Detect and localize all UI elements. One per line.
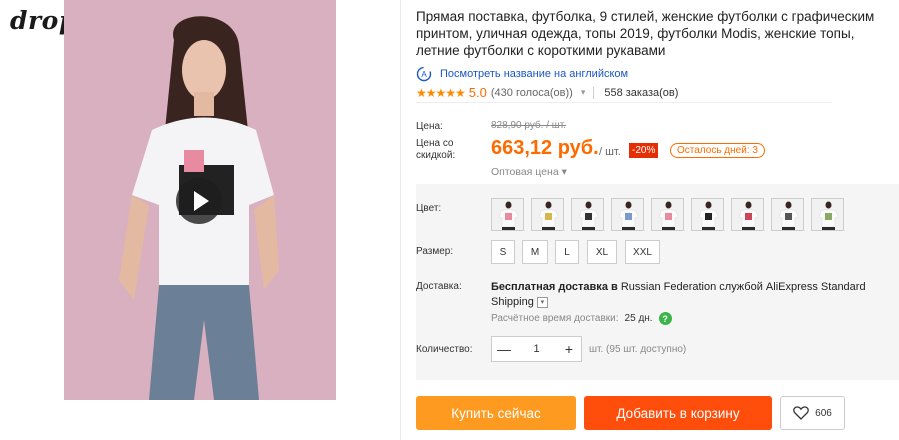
- color-thumbnail: [492, 199, 523, 230]
- color-thumbnail: [652, 199, 683, 230]
- wishlist-button[interactable]: 606: [780, 396, 845, 430]
- sale-price-label: Цена со скидкой:: [416, 138, 456, 161]
- star-rating-icon: ★★★★★: [416, 85, 466, 100]
- product-gallery: dropship: [0, 0, 402, 440]
- price-unit: / шт.: [599, 146, 621, 158]
- divider: [400, 0, 401, 440]
- chevron-down-icon[interactable]: ▾: [581, 87, 586, 98]
- size-label: Размер:: [416, 246, 454, 257]
- votes-count[interactable]: (430 голоса(ов)): [491, 87, 573, 99]
- wholesale-price-toggle[interactable]: Оптовая цена ▾: [491, 166, 567, 178]
- translate-link[interactable]: A Посмотреть название на английском: [416, 66, 628, 82]
- color-swatch[interactable]: [731, 198, 764, 231]
- product-info: Прямая поставка, футболка, 9 стилей, жен…: [416, 0, 899, 440]
- size-option-l[interactable]: L: [555, 240, 579, 264]
- delivery-time-label: Расчётное время доставки:: [491, 313, 619, 324]
- color-swatch[interactable]: [491, 198, 524, 231]
- color-label: Цвет:: [416, 203, 442, 214]
- size-option-m[interactable]: M: [522, 240, 548, 264]
- color-swatch[interactable]: [651, 198, 684, 231]
- color-swatch[interactable]: [811, 198, 844, 231]
- size-option-s[interactable]: S: [491, 240, 515, 264]
- color-thumbnail: [612, 199, 643, 230]
- quantity-increase-button[interactable]: +: [557, 341, 581, 357]
- buy-now-button[interactable]: Купить сейчас: [416, 396, 576, 430]
- color-thumbnail: [572, 199, 603, 230]
- svg-text:A: A: [421, 70, 427, 79]
- sale-price: 663,12 руб.: [491, 137, 599, 159]
- quantity-stepper: — 1 +: [491, 336, 582, 362]
- translate-icon: A: [416, 66, 432, 82]
- rating-value: 5.0: [468, 85, 487, 100]
- heart-icon: [793, 406, 809, 420]
- delivery-time: Расчётное время доставки: 25 дн. ?: [491, 312, 672, 325]
- color-thumbnail: [692, 199, 723, 230]
- quantity-input[interactable]: 1: [525, 343, 549, 355]
- orders-count: 558 заказа(ов): [604, 86, 679, 99]
- size-option-xxl[interactable]: XXL: [625, 240, 660, 264]
- wishlist-count: 606: [815, 407, 832, 419]
- product-title: Прямая поставка, футболка, 9 стилей, жен…: [416, 9, 875, 58]
- color-swatch[interactable]: [691, 198, 724, 231]
- discount-badge: -20%: [629, 143, 659, 158]
- color-swatch[interactable]: [611, 198, 644, 231]
- separator: [593, 86, 595, 99]
- color-swatch[interactable]: [571, 198, 604, 231]
- old-price: 828,90 руб. / шт.: [491, 120, 567, 131]
- translate-link-label: Посмотреть название на английском: [440, 68, 629, 80]
- color-thumbnail: [532, 199, 563, 230]
- color-thumbnail: [732, 199, 763, 230]
- days-left-badge: Осталось дней: 3: [670, 143, 765, 158]
- product-image[interactable]: [64, 0, 336, 400]
- shipping-label: Доставка:: [416, 281, 462, 292]
- price-label: Цена:: [416, 121, 443, 132]
- shipping-info: Бесплатная доставка в Russian Federation…: [491, 280, 886, 310]
- add-to-cart-button[interactable]: Добавить в корзину: [584, 396, 772, 430]
- rating-row: ★★★★★ 5.0 (430 голоса(ов)) ▾ 558 заказа(…: [416, 83, 832, 103]
- delivery-time-value: 25 дн.: [624, 313, 653, 324]
- quantity-decrease-button[interactable]: —: [492, 341, 516, 357]
- quantity-label: Количество:: [416, 344, 473, 355]
- options-panel: Цвет: Размер: S M L XL XXL Доставка: Бес…: [416, 184, 899, 380]
- quantity-available: шт. (95 шт. доступно): [589, 344, 687, 355]
- shipping-free: Бесплатная доставка в: [491, 281, 618, 293]
- help-icon[interactable]: ?: [658, 312, 672, 325]
- play-icon: [193, 191, 209, 211]
- size-option-xl[interactable]: XL: [587, 240, 617, 264]
- shipping-dropdown-icon[interactable]: ▾: [536, 296, 548, 308]
- color-thumbnail: [772, 199, 803, 230]
- color-thumbnail: [812, 199, 843, 230]
- color-swatch[interactable]: [771, 198, 804, 231]
- video-play-button[interactable]: [176, 178, 222, 224]
- color-swatch[interactable]: [531, 198, 564, 231]
